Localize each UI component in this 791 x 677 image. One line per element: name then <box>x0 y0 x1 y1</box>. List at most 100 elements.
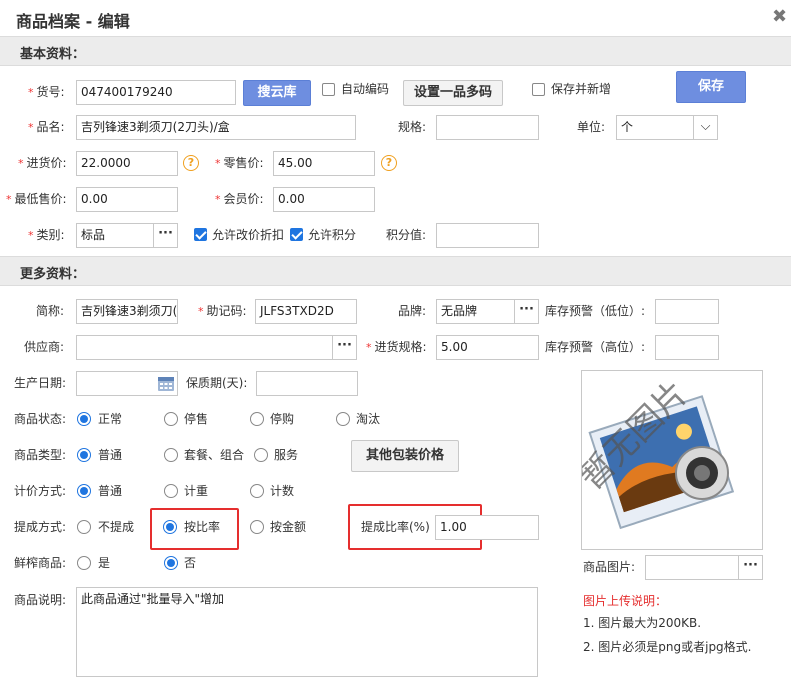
produce-date-label: 生产日期: <box>14 376 67 390</box>
section-basic-header: 基本资料： <box>0 36 791 66</box>
type-option-normal: 普通 <box>98 448 123 462</box>
unit-label: 单位: <box>577 120 606 134</box>
product-image-input[interactable] <box>645 555 739 580</box>
product-image-placeholder[interactable]: 暂无图片 <box>581 370 763 550</box>
chevron-down-icon[interactable]: ⌵ <box>694 115 718 140</box>
code-input[interactable]: 047400179240 <box>76 80 236 105</box>
section-basic-title: 基本资料： <box>20 47 86 62</box>
mnemonic-label: 助记码: <box>198 299 247 324</box>
name-input[interactable]: 吉列锋速3剃须刀(2刀头)/盒 <box>76 115 356 140</box>
search-cloud-button[interactable]: 搜云库 <box>243 80 311 106</box>
points-input[interactable] <box>436 223 539 248</box>
type-label: 商品类型: <box>14 448 67 462</box>
description-label: 商品说明: <box>14 593 67 607</box>
pricing-option-normal: 普通 <box>98 484 123 498</box>
status-radio-normal[interactable] <box>77 412 91 426</box>
fresh-label: 鲜榨商品: <box>14 556 67 570</box>
allow-points-label: 允许积分 <box>308 228 357 242</box>
supplier-label: 供应商: <box>24 340 65 354</box>
auto-code-checkbox[interactable] <box>322 83 335 96</box>
spec-input[interactable] <box>436 115 539 140</box>
status-radio-stop-sale[interactable] <box>164 412 178 426</box>
spec-label: 规格: <box>398 120 427 134</box>
retail-price-input[interactable]: 45.00 <box>273 151 375 176</box>
fresh-option-yes: 是 <box>98 556 111 570</box>
allow-discount-checkbox[interactable] <box>194 228 207 241</box>
commission-radio-rate[interactable] <box>163 520 177 534</box>
purchase-price-input[interactable]: 22.0000 <box>76 151 178 176</box>
type-option-service: 服务 <box>274 448 299 462</box>
pricing-option-weight: 计重 <box>184 484 209 498</box>
status-radio-stop-purchase[interactable] <box>250 412 264 426</box>
unit-select[interactable]: 个 <box>616 115 694 140</box>
supplier-more-icon[interactable]: ··· <box>333 335 357 360</box>
save-button[interactable]: 保存 <box>676 71 746 103</box>
type-radio-package[interactable] <box>164 448 178 462</box>
code-label: 货号: <box>28 80 65 105</box>
member-price-input[interactable]: 0.00 <box>273 187 375 212</box>
category-input[interactable]: 标品 <box>76 223 154 248</box>
section-more-title: 更多资料： <box>20 267 86 282</box>
pricing-radio-count[interactable] <box>250 484 264 498</box>
upload-note-format: 2. 图片必须是png或者jpg格式. <box>583 640 752 654</box>
type-radio-service[interactable] <box>254 448 268 462</box>
save-and-new-label: 保存并新增 <box>551 82 612 96</box>
mnemonic-input[interactable]: JLFS3TXD2D <box>255 299 357 324</box>
fresh-radio-no[interactable] <box>164 556 178 570</box>
type-option-package: 套餐、组合 <box>184 448 245 462</box>
min-price-label: 最低售价: <box>6 187 67 212</box>
status-option-stop-sale: 停售 <box>184 412 209 426</box>
status-option-stop-purchase: 停购 <box>270 412 295 426</box>
stock-high-input[interactable] <box>655 335 719 360</box>
commission-radio-none[interactable] <box>77 520 91 534</box>
help-icon[interactable]: ? <box>381 155 397 171</box>
commission-rate-input[interactable]: 1.00 <box>435 515 539 540</box>
type-radio-normal[interactable] <box>77 448 91 462</box>
allow-points-checkbox[interactable] <box>290 228 303 241</box>
allow-discount-label: 允许改价折扣 <box>212 228 285 242</box>
commission-option-none: 不提成 <box>98 520 135 534</box>
min-price-input[interactable]: 0.00 <box>76 187 178 212</box>
image-more-icon[interactable]: ··· <box>739 555 763 580</box>
help-icon[interactable]: ? <box>183 155 199 171</box>
category-more-icon[interactable]: ··· <box>154 223 178 248</box>
points-label: 积分值: <box>386 228 427 242</box>
brand-label: 品牌: <box>398 304 427 318</box>
multi-code-button[interactable]: 设置一品多码 <box>403 80 503 106</box>
dialog-title: 商品档案 - 编辑 <box>16 12 130 31</box>
other-pack-price-button[interactable]: 其他包装价格 <box>351 440 459 472</box>
fresh-option-no: 否 <box>184 556 197 570</box>
commission-label: 提成方式: <box>14 520 67 534</box>
purchase-price-label: 进货价: <box>18 151 67 176</box>
status-option-eliminated: 淘汰 <box>356 412 381 426</box>
fresh-radio-yes[interactable] <box>77 556 91 570</box>
commission-radio-amount[interactable] <box>250 520 264 534</box>
supplier-input[interactable] <box>76 335 333 360</box>
category-label: 类别: <box>28 223 65 248</box>
upload-note-size: 1. 图片最大为200KB. <box>583 616 702 630</box>
save-and-new-checkbox[interactable] <box>532 83 545 96</box>
status-label: 商品状态: <box>14 412 67 426</box>
short-name-input[interactable]: 吉列锋速3剃须刀(2 <box>76 299 178 324</box>
brand-more-icon[interactable]: ··· <box>515 299 539 324</box>
product-image-label: 商品图片: <box>583 560 636 574</box>
upload-notes-title: 图片上传说明： <box>583 594 668 608</box>
status-radio-eliminated[interactable] <box>336 412 350 426</box>
close-icon[interactable]: ✖ <box>772 6 787 27</box>
auto-code-label: 自动编码 <box>341 82 390 96</box>
pricing-radio-weight[interactable] <box>164 484 178 498</box>
pricing-option-count: 计数 <box>270 484 295 498</box>
calendar-icon[interactable] <box>157 374 175 392</box>
member-price-label: 会员价: <box>215 187 264 212</box>
pricing-radio-normal[interactable] <box>77 484 91 498</box>
section-more-header: 更多资料： <box>0 256 791 286</box>
status-option-normal: 正常 <box>98 412 123 426</box>
shelf-life-input[interactable] <box>256 371 358 396</box>
stock-low-input[interactable] <box>655 299 719 324</box>
brand-input[interactable]: 无品牌 <box>436 299 515 324</box>
description-textarea[interactable]: 此商品通过"批量导入"增加 <box>76 587 538 677</box>
purchase-spec-input[interactable]: 5.00 <box>436 335 539 360</box>
purchase-spec-label: 进货规格: <box>366 335 427 360</box>
commission-rate-label: 提成比率(%) <box>361 520 430 534</box>
commission-option-rate: 按比率 <box>184 520 221 534</box>
